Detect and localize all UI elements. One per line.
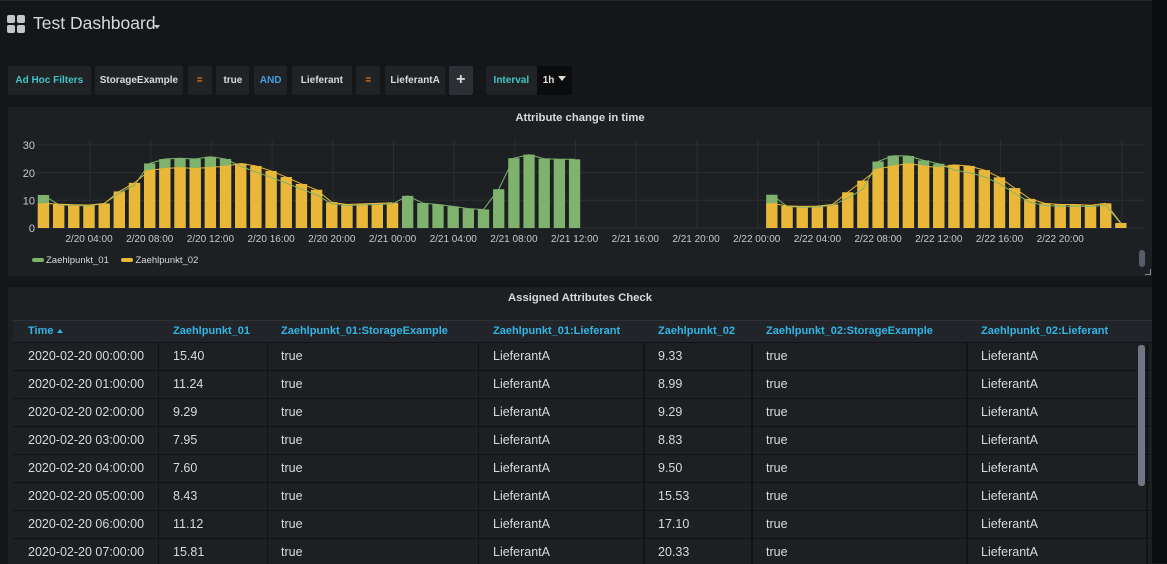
svg-text:2/22 16:00: 2/22 16:00 — [976, 234, 1024, 245]
svg-text:2/22 00:00: 2/22 00:00 — [733, 234, 781, 245]
svg-text:2/21 20:00: 2/21 20:00 — [672, 234, 720, 245]
svg-text:2/21 12:00: 2/21 12:00 — [551, 234, 599, 245]
svg-text:30: 30 — [23, 140, 35, 152]
svg-text:2/20 20:00: 2/20 20:00 — [308, 234, 356, 245]
svg-text:2/21 16:00: 2/21 16:00 — [612, 234, 660, 245]
svg-text:2/21 00:00: 2/21 00:00 — [369, 234, 417, 245]
svg-text:2/20 04:00: 2/20 04:00 — [65, 234, 113, 245]
svg-text:2/21 08:00: 2/21 08:00 — [490, 234, 538, 245]
svg-text:20: 20 — [23, 168, 35, 180]
svg-text:2/21 04:00: 2/21 04:00 — [430, 234, 478, 245]
svg-text:2/22 04:00: 2/22 04:00 — [794, 234, 842, 245]
svg-text:2/20 16:00: 2/20 16:00 — [247, 234, 295, 245]
svg-text:2/22 08:00: 2/22 08:00 — [854, 234, 902, 245]
svg-text:2/22 12:00: 2/22 12:00 — [915, 234, 963, 245]
svg-text:2/20 12:00: 2/20 12:00 — [187, 234, 235, 245]
svg-text:10: 10 — [23, 196, 35, 208]
svg-text:2/20 08:00: 2/20 08:00 — [126, 234, 174, 245]
svg-text:0: 0 — [29, 223, 35, 235]
svg-text:2/22 20:00: 2/22 20:00 — [1037, 234, 1085, 245]
